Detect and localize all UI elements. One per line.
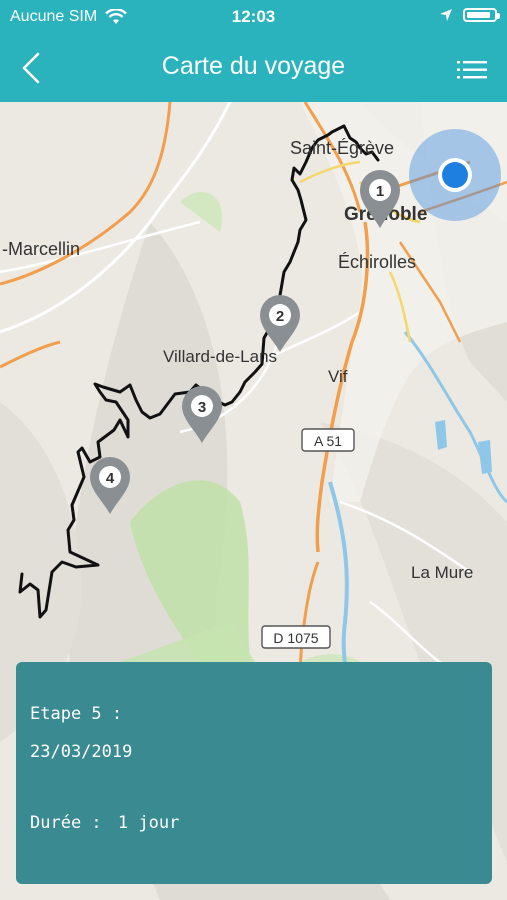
page-title: Carte du voyage (161, 52, 346, 80)
duration-label: Durée : (30, 813, 102, 833)
clock: 12:03 (231, 7, 276, 26)
place-label-la-mure: La Mure (411, 563, 473, 582)
list-icon[interactable] (457, 58, 487, 82)
place-label-vif: Vif (328, 367, 348, 386)
svg-text:A 51: A 51 (314, 433, 342, 449)
waypoint-number: 2 (276, 308, 284, 325)
place-label-marcellin: -Marcellin (2, 239, 80, 259)
svg-text:D 1075: D 1075 (273, 630, 318, 646)
road-shield-a51: A 51 (301, 428, 355, 452)
nav-bar: Carte du voyage (0, 36, 507, 102)
stage-date: 23/03/2019 (30, 742, 133, 762)
waypoint-number: 4 (106, 470, 115, 487)
place-label-saint-egreve: Saint-Égrève (290, 138, 394, 158)
duration-value: 1 jour (117, 813, 180, 833)
stage-info-panel: Etape 5 : 23/03/2019 Durée : 1 jour (16, 662, 492, 884)
stage-title: Etape 5 : (30, 704, 123, 724)
location-arrow-icon (440, 9, 452, 21)
waypoint-number: 1 (376, 183, 384, 200)
waypoint-number: 3 (198, 399, 206, 416)
current-location-icon[interactable] (409, 129, 501, 221)
battery-icon (463, 8, 500, 22)
status-bar: Aucune SIM 12:03 (0, 0, 507, 36)
place-label-villard-de-lans: Villard-de-Lans (163, 347, 277, 366)
place-label-echirolles: Échirolles (338, 252, 416, 272)
status-icons (439, 8, 500, 22)
stage-duration: Durée : 1 jour (30, 813, 179, 833)
road-shield-d1075: D 1075 (261, 625, 331, 649)
